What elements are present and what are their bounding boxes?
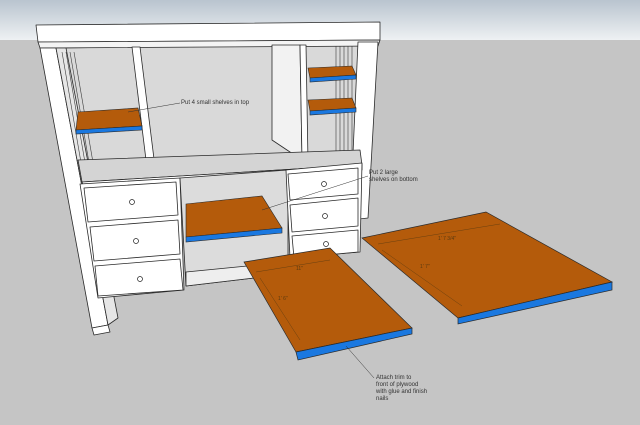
knob-1 bbox=[129, 199, 135, 205]
note-bottom-shelves: Put 2 large shelves on bottom bbox=[369, 170, 418, 183]
knob-3 bbox=[137, 276, 143, 282]
small-shelf-depth-label: 1' 6" bbox=[278, 296, 288, 302]
knob-5 bbox=[322, 213, 328, 219]
knob-2 bbox=[133, 238, 139, 244]
knob-4 bbox=[321, 181, 327, 187]
large-shelf-width-label: 1' 7 3/4" bbox=[438, 236, 456, 242]
large-shelf-depth-label: 1' 7" bbox=[420, 264, 430, 270]
cabinet-top bbox=[35, 21, 381, 43]
note-top-shelves: Put 4 small shelves in top bbox=[181, 100, 250, 106]
sketchup-scene: 11" 1' 6" 1' 7 3/4" 1' 7" bbox=[0, 0, 640, 425]
small-shelf-width-label: 11" bbox=[296, 266, 303, 272]
note-trim: Attach trim to front of plywood with glu… bbox=[376, 375, 428, 402]
knob-6 bbox=[323, 241, 329, 247]
